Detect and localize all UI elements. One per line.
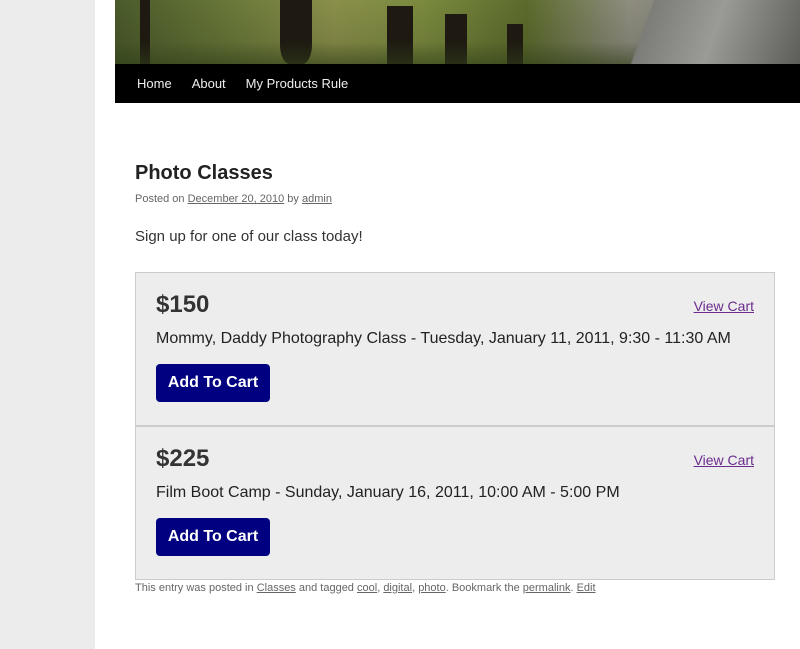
page: Home About My Products Rule Photo Classe… xyxy=(95,0,800,649)
post-meta: Posted on December 20, 2010 by admin xyxy=(135,193,332,205)
edit-link[interactable]: Edit xyxy=(577,582,596,594)
product-title: Mommy, Daddy Photography Class - Tuesday… xyxy=(156,330,731,347)
add-to-cart-button[interactable]: Add To Cart xyxy=(156,364,270,402)
post-title[interactable]: Photo Classes xyxy=(135,162,273,185)
author-link[interactable]: admin xyxy=(302,193,332,205)
product-price: $150 xyxy=(156,291,210,318)
product-price: $225 xyxy=(156,445,210,472)
view-cart-link[interactable]: View Cart xyxy=(694,298,754,314)
nav-home[interactable]: Home xyxy=(137,76,172,91)
post-date-link[interactable]: December 20, 2010 xyxy=(188,193,285,205)
tag-link-cool[interactable]: cool xyxy=(357,582,377,594)
product-card: $225 View Cart Film Boot Camp - Sunday, … xyxy=(135,426,775,580)
tag-link-photo[interactable]: photo xyxy=(418,582,446,594)
product-card: $150 View Cart Mommy, Daddy Photography … xyxy=(135,272,775,426)
category-link[interactable]: Classes xyxy=(257,582,296,594)
header-image xyxy=(115,0,800,64)
view-cart-link[interactable]: View Cart xyxy=(694,452,754,468)
tag-link-digital[interactable]: digital xyxy=(383,582,412,594)
permalink-link[interactable]: permalink xyxy=(523,582,571,594)
post-intro: Sign up for one of our class today! xyxy=(135,228,363,245)
add-to-cart-button[interactable]: Add To Cart xyxy=(156,518,270,556)
main-navigation: Home About My Products Rule xyxy=(115,64,800,103)
nav-about[interactable]: About xyxy=(192,76,226,91)
by-label: by xyxy=(287,193,299,205)
post-footer: This entry was posted in Classes and tag… xyxy=(135,582,596,594)
footer-tagged: and tagged xyxy=(298,582,354,594)
footer-prefix: This entry was posted in xyxy=(135,582,254,594)
posted-on-label: Posted on xyxy=(135,193,185,205)
nav-my-products-rule[interactable]: My Products Rule xyxy=(246,76,349,91)
product-title: Film Boot Camp - Sunday, January 16, 201… xyxy=(156,484,620,501)
footer-bookmark: . Bookmark the xyxy=(445,582,520,594)
